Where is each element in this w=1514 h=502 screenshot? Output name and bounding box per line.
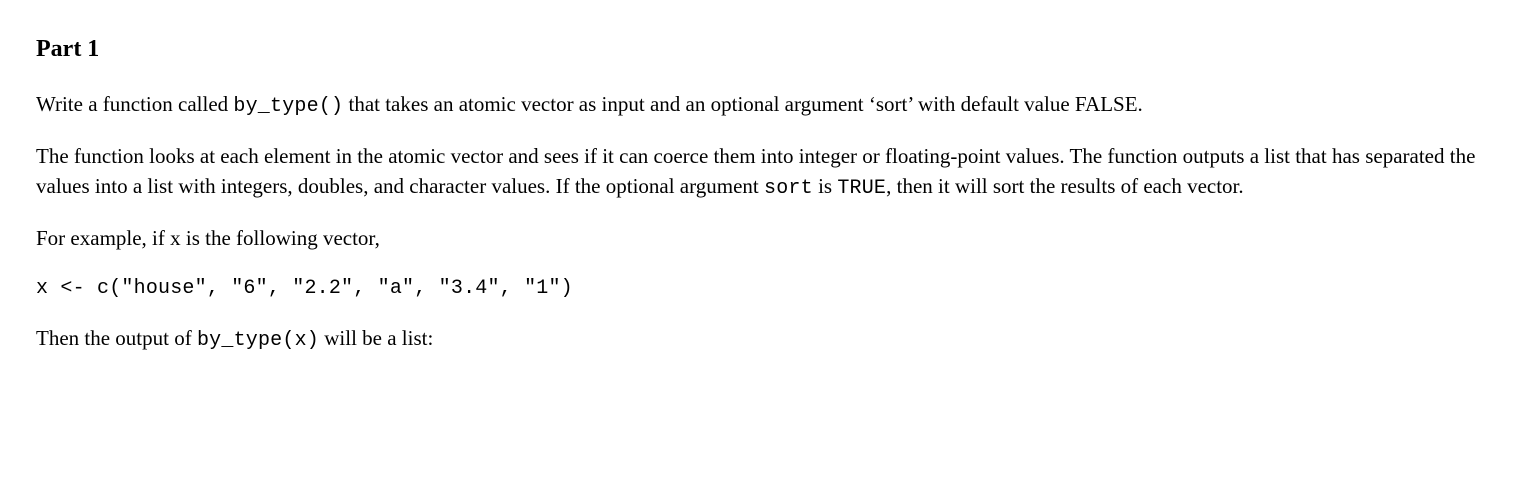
paragraph-1: Write a function called by_type() that t… xyxy=(36,89,1478,121)
text-segment: that takes an atomic vector as input and… xyxy=(343,92,1143,116)
section-heading: Part 1 xyxy=(36,32,1478,67)
text-segment: Then the output of xyxy=(36,326,197,350)
text-segment: will be a list: xyxy=(319,326,433,350)
inline-code: sort xyxy=(764,177,813,200)
text-segment: is xyxy=(813,174,838,198)
text-segment: , then it will sort the results of each … xyxy=(886,174,1244,198)
paragraph-3: For example, if x is the following vecto… xyxy=(36,223,1478,253)
text-segment: The function looks at each element in th… xyxy=(36,144,1475,198)
code-block: x <- c("house", "6", "2.2", "a", "3.4", … xyxy=(36,274,1478,303)
inline-code: TRUE xyxy=(837,177,886,200)
inline-code: by_type() xyxy=(233,95,343,118)
inline-code: by_type(x) xyxy=(197,329,319,352)
paragraph-2: The function looks at each element in th… xyxy=(36,141,1478,203)
paragraph-4: Then the output of by_type(x) will be a … xyxy=(36,323,1478,355)
text-segment: Write a function called xyxy=(36,92,233,116)
